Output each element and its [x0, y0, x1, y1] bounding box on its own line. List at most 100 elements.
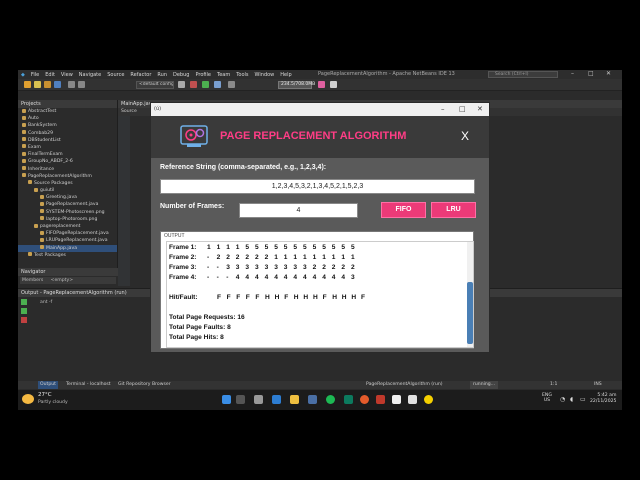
- tree-item[interactable]: Auto: [18, 115, 117, 122]
- profiler-icon[interactable]: [330, 81, 337, 88]
- output-scrollbar[interactable]: [467, 242, 473, 347]
- gc-icon[interactable]: [318, 81, 325, 88]
- menu-edit[interactable]: Edit: [42, 72, 58, 78]
- fifo-button[interactable]: FIFO: [381, 202, 426, 218]
- output-scroll-thumb[interactable]: [467, 282, 473, 344]
- tree-item[interactable]: FIFOPageReplacement.java: [18, 230, 117, 237]
- menu-tools[interactable]: Tools: [233, 72, 251, 78]
- wifi-icon[interactable]: ◔: [560, 396, 565, 403]
- tree-item[interactable]: FinalTermExam: [18, 151, 117, 158]
- tree-item[interactable]: GroupNo_ABDF_2-6: [18, 158, 117, 165]
- tree-item[interactable]: guiutil: [18, 187, 117, 194]
- frame-row-cells: 1111555555555555: [207, 243, 407, 252]
- new-file-icon[interactable]: [34, 81, 41, 88]
- memory-indicator[interactable]: 234.5/708.0MB: [278, 81, 315, 89]
- tree-item[interactable]: Inheritance: [18, 166, 117, 173]
- netbeans-taskbar-icon[interactable]: [408, 395, 417, 404]
- ide-search-input[interactable]: Search (Ctrl+I): [488, 71, 558, 78]
- tree-item[interactable]: Exam: [18, 144, 117, 151]
- tree-item[interactable]: LRUPageReplacement.java: [18, 237, 117, 244]
- tree-item[interactable]: BankSystem: [18, 122, 117, 129]
- stop-icon[interactable]: [21, 317, 27, 323]
- tree-item[interactable]: PageReplacementAlgorithm: [18, 173, 117, 180]
- weather-icon[interactable]: [22, 394, 34, 404]
- tree-node-icon: [40, 230, 44, 235]
- menu-run[interactable]: Run: [154, 72, 170, 78]
- tree-item[interactable]: PageReplacement.java: [18, 201, 117, 208]
- navigator-header[interactable]: Navigator: [18, 268, 118, 276]
- profile-icon[interactable]: [228, 81, 235, 88]
- projects-header[interactable]: Projects: [18, 100, 117, 108]
- spotify-icon[interactable]: [326, 395, 335, 404]
- app-minimize-button[interactable]: –: [441, 105, 445, 113]
- tree-item[interactable]: Greeting.java: [18, 194, 117, 201]
- tree-item[interactable]: SYSTEM-Photoscreen.png: [18, 209, 117, 216]
- chrome-icon[interactable]: [424, 395, 433, 404]
- tree-node-icon: [22, 130, 26, 135]
- clean-build-icon[interactable]: [190, 81, 197, 88]
- run-icon[interactable]: [202, 81, 209, 88]
- tree-item[interactable]: AbstractTest: [18, 108, 117, 115]
- tree-item[interactable]: Test Packages: [18, 252, 117, 259]
- menu-view[interactable]: View: [58, 72, 76, 78]
- language-indicator[interactable]: ENG US: [542, 393, 552, 403]
- edge-icon[interactable]: [344, 395, 353, 404]
- menu-navigate[interactable]: Navigate: [76, 72, 104, 78]
- menu-debug[interactable]: Debug: [170, 72, 192, 78]
- output-textarea[interactable]: Frame 1: 1111555555555555 Frame 2: -2222…: [166, 241, 474, 348]
- windows-start-icon[interactable]: [222, 395, 231, 404]
- lru-button[interactable]: LRU: [431, 202, 476, 218]
- app-close-chrome-button[interactable]: ✕: [477, 105, 483, 113]
- app-maximize-button[interactable]: □: [459, 105, 466, 113]
- battery-icon[interactable]: ▭: [580, 396, 586, 403]
- build-icon[interactable]: [178, 81, 185, 88]
- app-icon[interactable]: [308, 395, 317, 404]
- menu-file[interactable]: File: [28, 72, 42, 78]
- search-icon[interactable]: [236, 395, 245, 404]
- redo-icon[interactable]: [78, 81, 85, 88]
- tree-item[interactable]: laptop-Photoroom.png: [18, 216, 117, 223]
- menu-team[interactable]: Team: [214, 72, 233, 78]
- firefox-icon[interactable]: [360, 395, 369, 404]
- rerun-with-params-icon[interactable]: [21, 308, 27, 314]
- java-app-icon[interactable]: [392, 395, 401, 404]
- status-tab-output[interactable]: Output: [38, 381, 58, 389]
- app-close-button[interactable]: X: [461, 129, 469, 143]
- tray-clock[interactable]: 5:42 am 22/11/2025: [590, 393, 616, 405]
- menu-refactor[interactable]: Refactor: [127, 72, 154, 78]
- tree-item[interactable]: Combab29: [18, 130, 117, 137]
- status-tab-terminal[interactable]: Terminal - localhost: [66, 381, 111, 389]
- new-project-icon[interactable]: [24, 81, 31, 88]
- config-select[interactable]: <default config>: [136, 81, 174, 89]
- save-all-icon[interactable]: [54, 81, 61, 88]
- undo-icon[interactable]: [68, 81, 75, 88]
- ide-close-button[interactable]: ✕: [606, 70, 611, 77]
- menu-source[interactable]: Source: [104, 72, 127, 78]
- weather-description[interactable]: Partly cloudy: [38, 400, 68, 405]
- file-explorer-icon[interactable]: [290, 395, 299, 404]
- reference-string-input[interactable]: 1,2,3,4,5,3,2,1,3,4,5,2,1,5,2,3: [160, 179, 475, 194]
- editor-subtab-source[interactable]: Source: [121, 109, 137, 114]
- ide-minimize-button[interactable]: –: [571, 70, 574, 77]
- menu-profile[interactable]: Profile: [192, 72, 214, 78]
- volume-icon[interactable]: ◖: [570, 396, 573, 403]
- menu-help[interactable]: Help: [277, 72, 294, 78]
- open-project-icon[interactable]: [44, 81, 51, 88]
- status-tab-git[interactable]: Git Repository Browser: [118, 381, 171, 389]
- tree-item[interactable]: Source Packages: [18, 180, 117, 187]
- frames-input[interactable]: 4: [239, 203, 358, 218]
- task-view-icon[interactable]: [254, 395, 263, 404]
- app2-icon[interactable]: [376, 395, 385, 404]
- menu-window[interactable]: Window: [252, 72, 278, 78]
- navigator-members-select[interactable]: Members <empty>: [20, 277, 116, 284]
- java-window-icon: (ú): [154, 106, 162, 112]
- app-window-chrome: (ú) – □ ✕: [151, 103, 489, 116]
- ide-maximize-button[interactable]: □: [588, 70, 594, 77]
- tree-item[interactable]: DBStudentList: [18, 137, 117, 144]
- tree-item[interactable]: MainApp.java: [18, 244, 117, 252]
- vscode-icon[interactable]: [272, 395, 281, 404]
- rerun-icon[interactable]: [21, 299, 27, 305]
- tree-item[interactable]: pagereplacement: [18, 223, 117, 230]
- debug-icon[interactable]: [214, 81, 221, 88]
- weather-temperature[interactable]: 27°C: [38, 392, 52, 398]
